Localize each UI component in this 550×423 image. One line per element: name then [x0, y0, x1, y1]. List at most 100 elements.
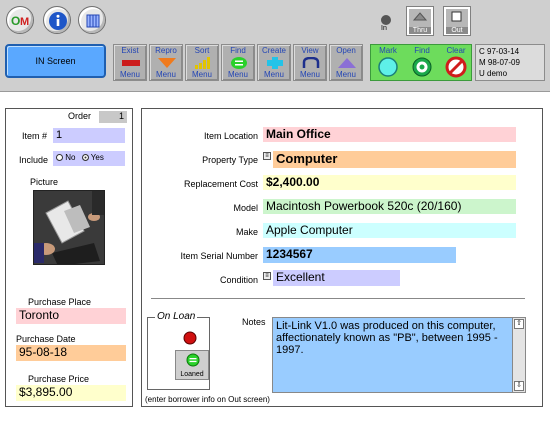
include-no-label: No — [65, 153, 76, 162]
action-label: Find — [414, 46, 430, 55]
notes-label: Notes — [242, 317, 266, 327]
notes-scrollbar[interactable]: ⇧ ⇩ — [512, 318, 525, 392]
om-logo-button[interactable]: O M — [6, 6, 34, 34]
info-icon — [49, 12, 67, 30]
condition-label: Condition — [219, 275, 258, 285]
plus-icon — [267, 57, 283, 69]
info-button[interactable] — [43, 6, 71, 34]
include-yes-radio[interactable] — [81, 154, 89, 162]
include-radio-group: No Yes — [53, 151, 125, 166]
repro-menu-button[interactable]: Repro Menu — [149, 44, 183, 81]
in-label: In — [381, 25, 387, 32]
created-date: C 97-03-14 — [479, 47, 520, 56]
purchase-date-label: Purchase Date — [16, 334, 76, 344]
find-target-icon — [412, 57, 432, 77]
in-screen-button[interactable]: IN Screen — [5, 44, 106, 78]
condition-dropdown-icon[interactable]: ≡ — [263, 272, 271, 280]
columns-button[interactable] — [78, 6, 106, 34]
scroll-down-icon[interactable]: ⇩ — [514, 381, 524, 391]
view-menu-button[interactable]: View Menu — [293, 44, 327, 81]
menu-top-label: Find — [230, 46, 246, 55]
item-number-label: Item # — [22, 131, 48, 141]
minus-icon — [122, 60, 140, 66]
om-logo-icon: O M — [11, 14, 29, 28]
bars-icon — [195, 57, 210, 69]
exist-menu-button[interactable]: Exist Menu — [113, 44, 147, 81]
left-panel: Order 1 Item # 1 Include No Yes Picture … — [5, 108, 133, 407]
replacement-cost-label: Replacement Cost — [183, 179, 258, 189]
on-loan-label: On Loan — [155, 311, 198, 322]
out-button[interactable]: Out — [443, 6, 471, 36]
sort-menu-button[interactable]: Sort Menu — [185, 44, 219, 81]
condition-field[interactable]: Excellent — [273, 270, 400, 286]
include-yes-label: Yes — [90, 153, 104, 162]
item-number-field[interactable]: 1 — [53, 128, 125, 143]
serial-number-label: Item Serial Number — [180, 251, 258, 261]
in-screen-label: IN Screen — [35, 56, 76, 66]
notes-textarea[interactable]: Lit-Link V1.0 was produced on this compu… — [272, 317, 526, 393]
menu-bottom-label: Menu — [263, 70, 284, 79]
purchase-place-label: Purchase Place — [28, 297, 92, 307]
serial-number-field[interactable]: 1234567 — [263, 247, 456, 263]
out-icon — [451, 11, 462, 22]
item-location-field[interactable]: Main Office — [263, 127, 516, 142]
property-type-dropdown-icon[interactable]: ≡ — [263, 152, 271, 160]
picture-label: Picture — [30, 177, 59, 187]
make-field[interactable]: Apple Computer — [263, 223, 516, 238]
menu-top-label: Sort — [194, 46, 210, 55]
find-action-button[interactable]: Find — [405, 45, 439, 82]
scroll-up-icon[interactable]: ⇧ — [514, 319, 524, 329]
footer-note: (enter borrower info on Out screen) — [145, 395, 270, 404]
mark-button[interactable]: Mark — [371, 45, 405, 82]
purchase-price-field[interactable]: $3,895.00 — [16, 385, 126, 401]
svg-text:M: M — [20, 16, 29, 28]
menu-top-label: Exist — [121, 46, 139, 55]
menu-top-label: View — [301, 46, 319, 55]
menu-top-label: Create — [261, 46, 286, 55]
menu-bottom-label: Menu — [155, 70, 176, 79]
action-label: Mark — [379, 46, 397, 55]
purchase-price-label: Purchase Price — [28, 374, 90, 384]
main-panel: Item Location Main Office Property Type … — [141, 108, 543, 407]
menu-bottom-label: Menu — [299, 70, 320, 79]
replacement-cost-field[interactable]: $2,400.00 — [263, 175, 516, 190]
menu-top-label: Repro — [155, 46, 177, 55]
find-menu-button[interactable]: Find Menu — [221, 44, 255, 81]
item-location-label: Item Location — [203, 131, 258, 141]
out-label: Out — [446, 27, 468, 34]
purchase-date-field[interactable]: 95-08-18 — [16, 345, 126, 361]
laptop-photo-image — [34, 191, 104, 264]
record-info-box: C 97-03-14 M 98-07-09 U demo — [475, 44, 545, 81]
triangle-up-icon — [338, 58, 356, 68]
loan-status-red-icon — [183, 331, 197, 345]
loaned-equals-icon — [186, 353, 200, 367]
triangle-down-icon — [158, 58, 176, 68]
section-divider — [151, 298, 525, 299]
svg-text:O: O — [11, 14, 20, 28]
include-no-radio[interactable] — [56, 154, 63, 162]
menu-bottom-label: Menu — [227, 70, 248, 79]
action-panel: Mark Find Clear — [370, 44, 472, 81]
property-type-field[interactable]: Computer — [273, 151, 516, 168]
thru-button[interactable]: Thru — [406, 6, 434, 36]
thru-icon — [412, 12, 428, 21]
menu-top-label: Open — [336, 46, 356, 55]
clear-button[interactable]: Clear — [439, 45, 473, 82]
modified-date: M 98-07-09 — [479, 58, 520, 67]
property-type-label: Property Type — [202, 155, 258, 165]
model-label: Model — [233, 203, 258, 213]
loaned-button[interactable]: Loaned — [175, 350, 209, 380]
open-menu-button[interactable]: Open Menu — [329, 44, 363, 81]
order-field[interactable]: 1 — [99, 111, 127, 123]
clear-prohibited-icon — [445, 56, 467, 78]
columns-icon — [86, 14, 100, 28]
order-label: Order — [68, 111, 92, 121]
make-label: Make — [235, 227, 258, 237]
create-menu-button[interactable]: Create Menu — [257, 44, 291, 81]
model-field[interactable]: Macintosh Powerbook 520c (20/160) — [263, 199, 516, 214]
toolbar: O M In Thru Out IN Screen Exist Menu Rep… — [0, 0, 550, 92]
menu-bottom-label: Menu — [335, 70, 356, 79]
include-label: Include — [19, 155, 49, 165]
equals-icon — [231, 57, 247, 69]
purchase-place-field[interactable]: Toronto — [16, 308, 126, 324]
